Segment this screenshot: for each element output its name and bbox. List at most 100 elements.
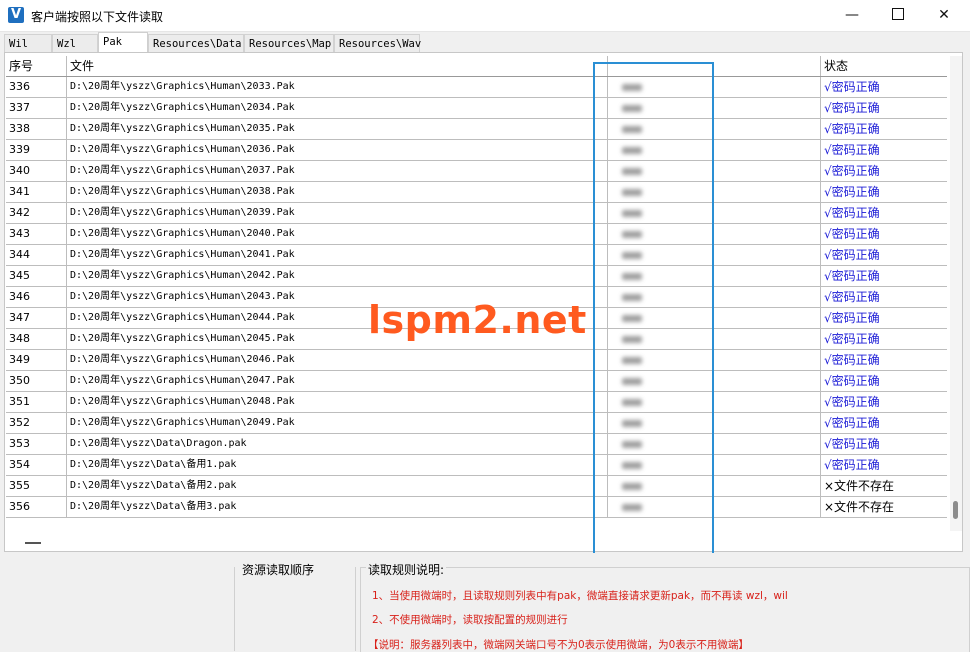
table-row[interactable]: 343 D:\20周年\yszz\Graphics\Human\2040.Pak √… xyxy=(6,224,947,245)
redaction-blur xyxy=(622,189,642,196)
redaction-blur xyxy=(622,252,642,259)
tab-pak[interactable]: Pak xyxy=(98,32,148,52)
password-cell-redacted xyxy=(608,161,821,181)
rule-note: 【说明：服务器列表中，微端网关端口号不为0表示使用微端，为0表示不用微端】 xyxy=(368,639,749,651)
row-number: 350 xyxy=(6,371,67,391)
table-row[interactable]: 353 D:\20周年\yszz\Data\Dragon.pak √密码正确 xyxy=(6,434,947,455)
file-path: D:\20周年\yszz\Graphics\Human\2035.Pak xyxy=(67,119,608,139)
table-row[interactable]: 355 D:\20周年\yszz\Data\备用2.pak ×文件不存在 xyxy=(6,476,947,497)
maximize-icon xyxy=(892,8,904,20)
file-path: D:\20周年\yszz\Graphics\Human\2034.Pak xyxy=(67,98,608,118)
redaction-blur xyxy=(622,462,642,469)
table-row[interactable]: 352 D:\20周年\yszz\Graphics\Human\2049.Pak √… xyxy=(6,413,947,434)
column-header-no[interactable]: 序号 xyxy=(6,56,67,76)
tab-wil[interactable]: Wil xyxy=(4,34,52,52)
status-cell: √密码正确 xyxy=(824,416,880,430)
row-number: 343 xyxy=(6,224,67,244)
status-cell: √密码正确 xyxy=(824,437,880,451)
minimize-button[interactable]: — xyxy=(829,0,875,31)
bottom-panel: 资源读取顺序 读取规则说明: 1、当使用微端时，且读取规则列表中有pak，微端直… xyxy=(0,553,970,652)
table-row[interactable]: 350 D:\20周年\yszz\Graphics\Human\2047.Pak √… xyxy=(6,371,947,392)
vertical-scrollbar[interactable] xyxy=(950,56,962,531)
file-path: D:\20周年\yszz\Graphics\Human\2049.Pak xyxy=(67,413,608,433)
watermark: lspm2.net xyxy=(368,298,587,342)
status-cell: √密码正确 xyxy=(824,311,880,325)
tab-resources-map[interactable]: Resources\Map xyxy=(244,34,334,52)
redaction-blur xyxy=(622,168,642,175)
password-cell-redacted xyxy=(608,182,821,202)
maximize-button[interactable] xyxy=(875,0,921,31)
row-number: 336 xyxy=(6,77,67,97)
table-row[interactable]: 338 D:\20周年\yszz\Graphics\Human\2035.Pak √… xyxy=(6,119,947,140)
row-number: 355 xyxy=(6,476,67,496)
column-header-password[interactable]: 密码 xyxy=(608,56,821,76)
table-row[interactable]: 336 D:\20周年\yszz\Graphics\Human\2033.Pak √… xyxy=(6,77,947,98)
row-number: 344 xyxy=(6,245,67,265)
tab-wzl[interactable]: Wzl xyxy=(52,34,98,52)
row-number: 346 xyxy=(6,287,67,307)
window-title: 客户端按照以下文件读取 xyxy=(31,10,164,24)
password-cell-redacted xyxy=(608,413,821,433)
status-cell: √密码正确 xyxy=(824,206,880,220)
row-number: 338 xyxy=(6,119,67,139)
app-icon: V xyxy=(8,7,24,23)
status-cell: √密码正确 xyxy=(824,248,880,262)
file-path: D:\20周年\yszz\Graphics\Human\2040.Pak xyxy=(67,224,608,244)
redaction-blur xyxy=(622,294,642,301)
status-cell: √密码正确 xyxy=(824,374,880,388)
horizontal-scroll-indicator[interactable] xyxy=(25,542,41,544)
close-button[interactable]: ✕ xyxy=(921,0,967,31)
redaction-blur xyxy=(622,105,642,112)
file-path: D:\20周年\yszz\Graphics\Human\2038.Pak xyxy=(67,182,608,202)
password-cell-redacted xyxy=(608,350,821,370)
table-row[interactable]: 345 D:\20周年\yszz\Graphics\Human\2042.Pak √… xyxy=(6,266,947,287)
status-cell: √密码正确 xyxy=(824,80,880,94)
redaction-blur xyxy=(622,210,642,217)
password-cell-redacted xyxy=(608,371,821,391)
file-path: D:\20周年\yszz\Graphics\Human\2036.Pak xyxy=(67,140,608,160)
status-cell: √密码正确 xyxy=(824,290,880,304)
password-cell-redacted xyxy=(608,476,821,496)
scrollbar-thumb[interactable] xyxy=(953,501,958,519)
tab-resources-wav[interactable]: Resources\Wav xyxy=(334,34,421,52)
table-row[interactable]: 337 D:\20周年\yszz\Graphics\Human\2034.Pak √… xyxy=(6,98,947,119)
tab-resources-data[interactable]: Resources\Data xyxy=(148,34,244,52)
table-row[interactable]: 344 D:\20周年\yszz\Graphics\Human\2041.Pak √… xyxy=(6,245,947,266)
file-path: D:\20周年\yszz\Graphics\Human\2046.Pak xyxy=(67,350,608,370)
redaction-blur xyxy=(622,336,642,343)
status-cell: ×文件不存在 xyxy=(824,500,895,514)
column-header-file[interactable]: 文件 xyxy=(67,56,608,76)
table-row[interactable]: 339 D:\20周年\yszz\Graphics\Human\2036.Pak √… xyxy=(6,140,947,161)
redaction-blur xyxy=(622,399,642,406)
table-row[interactable]: 342 D:\20周年\yszz\Graphics\Human\2039.Pak √… xyxy=(6,203,947,224)
password-cell-redacted xyxy=(608,329,821,349)
column-header-status[interactable]: 状态 xyxy=(821,56,947,76)
redaction-blur xyxy=(622,483,642,490)
redaction-blur xyxy=(622,84,642,91)
table-row[interactable]: 341 D:\20周年\yszz\Graphics\Human\2038.Pak √… xyxy=(6,182,947,203)
table-row[interactable]: 354 D:\20周年\yszz\Data\备用1.pak √密码正确 xyxy=(6,455,947,476)
close-icon: ✕ xyxy=(938,7,950,23)
file-path: D:\20周年\yszz\Graphics\Human\2037.Pak xyxy=(67,161,608,181)
password-cell-redacted xyxy=(608,140,821,160)
table-row[interactable]: 349 D:\20周年\yszz\Graphics\Human\2046.Pak √… xyxy=(6,350,947,371)
redaction-blur xyxy=(622,357,642,364)
redaction-blur xyxy=(622,504,642,511)
file-path: D:\20周年\yszz\Data\备用3.pak xyxy=(67,497,608,517)
password-cell-redacted xyxy=(608,497,821,517)
table-row[interactable]: 356 D:\20周年\yszz\Data\备用3.pak ×文件不存在 xyxy=(6,497,947,518)
read-order-list[interactable] xyxy=(234,567,356,651)
row-number: 348 xyxy=(6,329,67,349)
row-number: 337 xyxy=(6,98,67,118)
rules-label: 读取规则说明: xyxy=(366,561,447,578)
password-cell-redacted xyxy=(608,392,821,412)
row-number: 349 xyxy=(6,350,67,370)
table-row[interactable]: 351 D:\20周年\yszz\Graphics\Human\2048.Pak √… xyxy=(6,392,947,413)
table-row[interactable]: 340 D:\20周年\yszz\Graphics\Human\2037.Pak √… xyxy=(6,161,947,182)
status-cell: √密码正确 xyxy=(824,143,880,157)
redaction-blur xyxy=(622,378,642,385)
rule-text-1: 1、当使用微端时，且读取规则列表中有pak，微端直接请求更新pak，而不再读 w… xyxy=(372,590,788,602)
file-path: D:\20周年\yszz\Graphics\Human\2048.Pak xyxy=(67,392,608,412)
file-path: D:\20周年\yszz\Graphics\Human\2041.Pak xyxy=(67,245,608,265)
redaction-blur xyxy=(622,126,642,133)
